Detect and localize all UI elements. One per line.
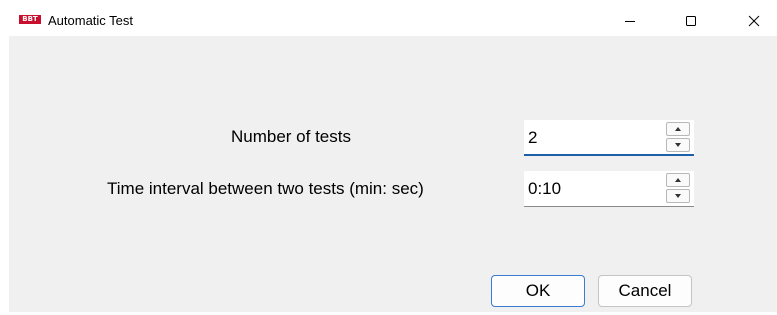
window-title: Automatic Test xyxy=(48,13,134,28)
minimize-icon xyxy=(625,20,635,22)
close-button[interactable] xyxy=(731,5,777,36)
number-of-tests-increment-button[interactable] xyxy=(666,122,690,136)
caret-down-icon xyxy=(675,194,681,198)
maximize-button[interactable] xyxy=(668,5,714,36)
time-interval-value[interactable]: 0:10 xyxy=(528,179,561,199)
ok-button[interactable]: OK xyxy=(491,275,585,307)
maximize-icon xyxy=(686,15,696,26)
title-bar[interactable]: BBT Automatic Test xyxy=(9,5,777,36)
caret-up-icon xyxy=(675,178,681,182)
number-of-tests-label: Number of tests xyxy=(231,127,351,146)
time-interval-decrement-button[interactable] xyxy=(666,189,690,203)
time-interval-stepper xyxy=(666,173,692,203)
number-of-tests-value[interactable]: 2 xyxy=(528,128,537,148)
time-interval-increment-button[interactable] xyxy=(666,173,690,187)
caret-down-icon xyxy=(675,143,681,147)
cancel-button[interactable]: Cancel xyxy=(598,275,692,307)
time-interval-spinbox[interactable]: 0:10 xyxy=(524,171,694,207)
automatic-test-dialog: BBT Automatic Test Number of tests 2 Tim… xyxy=(9,5,777,312)
close-icon xyxy=(748,15,760,26)
time-interval-label: Time interval between two tests (min: se… xyxy=(107,179,424,198)
caret-up-icon xyxy=(675,127,681,131)
number-of-tests-stepper xyxy=(666,122,692,152)
app-logo-icon: BBT xyxy=(19,15,41,24)
minimize-button[interactable] xyxy=(607,5,653,36)
number-of-tests-spinbox[interactable]: 2 xyxy=(524,120,694,156)
number-of-tests-decrement-button[interactable] xyxy=(666,138,690,152)
